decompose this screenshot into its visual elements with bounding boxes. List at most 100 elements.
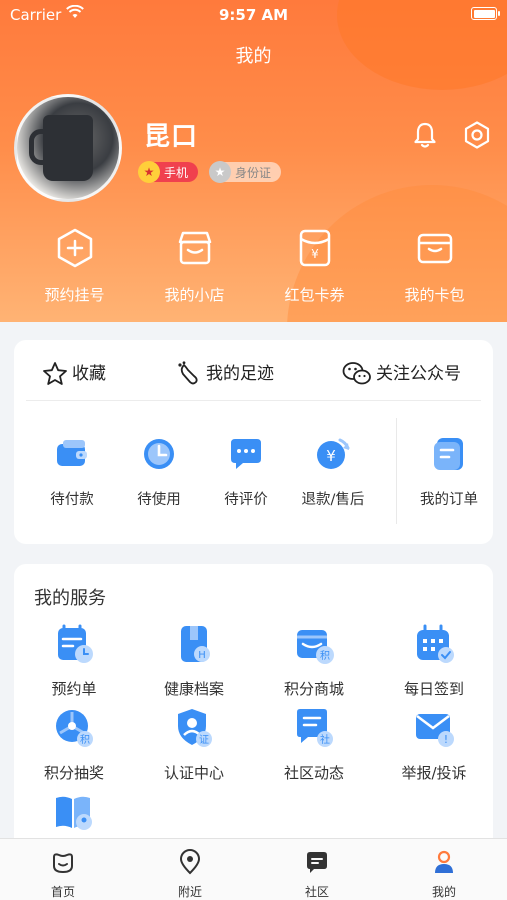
location-pin-icon — [179, 849, 201, 875]
plus-hexagon-icon — [57, 228, 92, 268]
service-report-complaint[interactable]: ! 举报/投诉 — [379, 706, 489, 783]
divider — [26, 400, 481, 401]
follow-official-account-button[interactable]: 关注公众号 — [342, 360, 461, 388]
order-label: 待评价 — [224, 492, 268, 508]
service-label: 举报/投诉 — [401, 764, 467, 782]
phone-verified-badge[interactable]: ★ 手机 — [138, 161, 199, 183]
tab-profile[interactable]: 我的 — [381, 849, 507, 900]
profile-header: Carrier 9:57 AM 我的 昆口 ★ 手机 ★ 身份证 预约挂号 我的… — [0, 0, 507, 322]
quick-action-card-wallet[interactable]: 我的卡包 — [371, 228, 498, 305]
services-card: 我的服务 预约单 H 健康档案 积 积分商城 每日签到 积 积分抽奖 证 认证中… — [14, 564, 493, 864]
badge-label: 手机 — [164, 166, 189, 180]
quick-action-appointment[interactable]: 预约挂号 — [11, 228, 138, 305]
shop-icon — [178, 231, 211, 265]
tab-nearby[interactable]: 附近 — [127, 849, 253, 900]
svg-text:社: 社 — [320, 733, 330, 746]
report-mail-icon: ! — [416, 714, 454, 747]
comment-icon — [231, 439, 261, 469]
order-pending-use[interactable]: 待使用 — [115, 434, 203, 509]
footprint-button[interactable]: 我的足迹 — [176, 360, 274, 388]
quick-action-label: 红包卡券 — [284, 286, 345, 304]
service-label: 预约单 — [51, 680, 97, 698]
settings-icon[interactable] — [462, 120, 492, 150]
star-icon — [43, 362, 67, 385]
clock-icon — [144, 439, 174, 469]
bottom-tab-bar: 首页 附近 社区 我的 — [0, 838, 507, 900]
services-title: 我的服务 — [34, 588, 106, 609]
service-certification-center[interactable]: 证 认证中心 — [139, 706, 249, 783]
service-label: 认证中心 — [163, 764, 224, 782]
order-label: 待使用 — [137, 492, 181, 508]
badge-label: 身份证 — [235, 166, 272, 180]
service-appointment-list[interactable]: 预约单 — [19, 622, 129, 699]
favorites-label: 收藏 — [72, 364, 106, 384]
bell-icon[interactable] — [410, 120, 440, 150]
profile-icon — [435, 850, 453, 873]
community-icon — [307, 852, 327, 873]
svg-text:H: H — [198, 650, 206, 661]
follow-official-account-label: 关注公众号 — [376, 364, 461, 384]
service-health-record[interactable]: H 健康档案 — [139, 622, 249, 699]
orders-card: 收藏 我的足迹 关注公众号 待付款 待使用 待评价 ¥ 退款/售后 我的订单 — [14, 340, 493, 544]
wallet-pay-icon — [57, 440, 87, 466]
tab-label: 社区 — [304, 885, 329, 899]
appointment-icon — [58, 624, 93, 663]
service-label: 社区动态 — [283, 764, 344, 782]
quick-action-label: 我的小店 — [164, 286, 225, 304]
quick-action-label: 预约挂号 — [44, 286, 105, 304]
quick-action-red-packet[interactable]: ¥ 红包卡券 — [251, 228, 378, 305]
quick-action-shop[interactable]: 我的小店 — [131, 228, 258, 305]
home-icon — [53, 853, 73, 874]
service-daily-checkin[interactable]: 每日签到 — [379, 622, 489, 699]
service-points-lottery[interactable]: 积 积分抽奖 — [19, 706, 129, 783]
red-packet-icon: ¥ — [299, 229, 330, 267]
points-lottery-icon: 积 — [56, 710, 93, 747]
tab-home[interactable]: 首页 — [0, 849, 126, 900]
svg-text:积: 积 — [80, 734, 90, 746]
order-list-icon — [434, 438, 463, 470]
service-label: 健康档案 — [163, 680, 224, 698]
order-label: 我的订单 — [420, 492, 478, 508]
footprint-icon — [178, 361, 198, 385]
avatar[interactable] — [14, 94, 122, 202]
service-points-mall[interactable]: 积 积分商城 — [259, 622, 369, 699]
svg-text:!: ! — [444, 733, 448, 746]
points-mall-icon: 积 — [297, 630, 334, 664]
my-orders-button[interactable]: 我的订单 — [405, 434, 493, 509]
order-label: 待付款 — [50, 492, 94, 508]
order-pending-review[interactable]: 待评价 — [202, 434, 290, 509]
order-label: 退款/售后 — [301, 492, 365, 508]
shortcut-row: 收藏 我的足迹 关注公众号 — [14, 350, 493, 394]
tab-community[interactable]: 社区 — [254, 849, 380, 900]
status-bar: Carrier 9:57 AM — [0, 0, 507, 30]
book-user-icon — [56, 796, 92, 830]
username[interactable]: 昆口 — [144, 116, 198, 153]
order-refund-after-sales[interactable]: ¥ 退款/售后 — [289, 434, 377, 509]
clock-time: 9:57 AM — [218, 6, 289, 24]
footprint-label: 我的足迹 — [206, 364, 274, 384]
medal-icon: ★ — [209, 161, 231, 183]
quick-action-label: 我的卡包 — [404, 286, 465, 304]
id-card-badge[interactable]: ★ 身份证 — [209, 161, 282, 183]
service-community-news[interactable]: 社 社区动态 — [259, 706, 369, 783]
calendar-check-icon — [417, 624, 454, 663]
page-title: 我的 — [235, 46, 272, 67]
medal-icon: ★ — [138, 161, 160, 183]
order-pending-payment[interactable]: 待付款 — [28, 434, 116, 509]
tab-label: 附近 — [177, 885, 202, 899]
service-label: 每日签到 — [403, 680, 464, 698]
svg-text:证: 证 — [199, 734, 209, 746]
wallet-icon — [417, 233, 452, 264]
wechat-icon — [342, 362, 371, 385]
tab-label: 我的 — [431, 885, 456, 899]
tab-label: 首页 — [50, 885, 75, 899]
svg-text:¥: ¥ — [311, 247, 319, 261]
service-label: 积分商城 — [283, 680, 344, 698]
battery-icon — [471, 7, 500, 20]
service-label: 积分抽奖 — [43, 764, 104, 782]
favorites-button[interactable]: 收藏 — [42, 360, 106, 388]
community-news-icon: 社 — [297, 709, 333, 747]
health-record-icon: H — [181, 626, 210, 662]
refund-icon: ¥ — [317, 438, 350, 469]
certification-icon: 证 — [178, 709, 212, 747]
